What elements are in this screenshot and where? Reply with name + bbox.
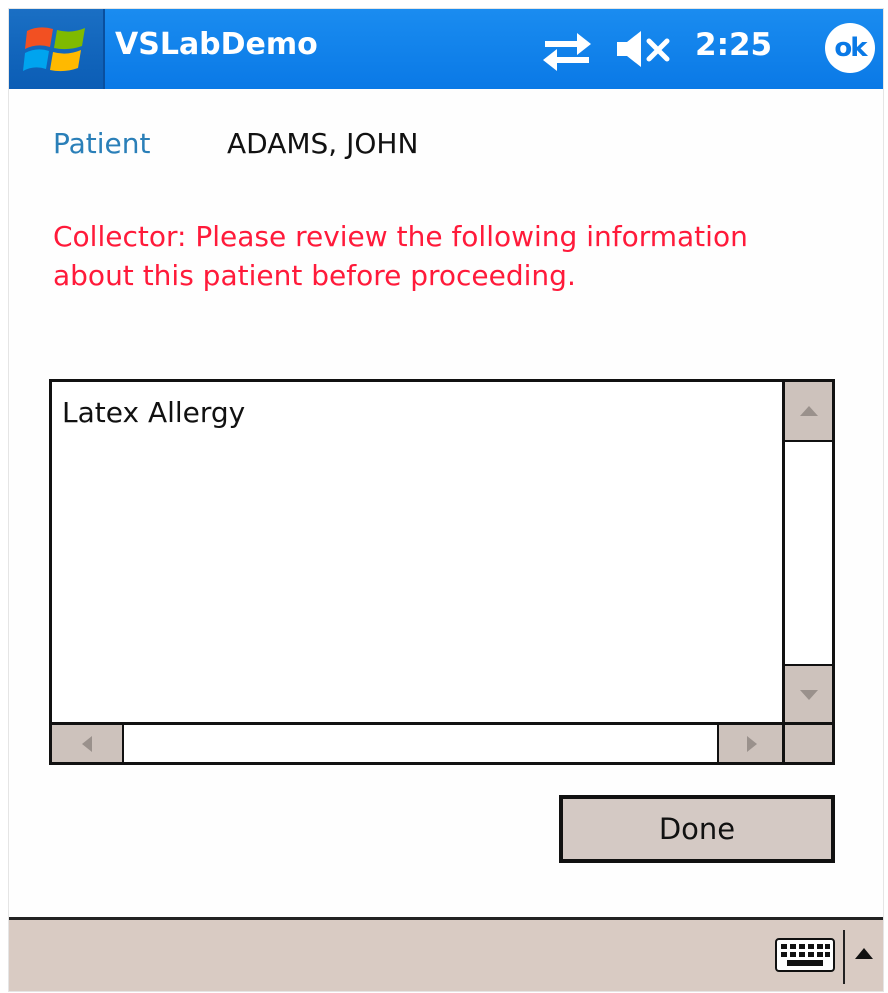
scroll-right-arrow-icon: [747, 735, 757, 752]
scroll-down-button[interactable]: [785, 664, 832, 724]
patient-label: Patient: [53, 127, 151, 160]
collector-warning-message: Collector: Please review the following i…: [53, 220, 748, 292]
windows-flag-icon: [23, 27, 85, 72]
title-bar: VSLabDemo 2:25 ok: [9, 9, 883, 89]
soft-key-bar: [9, 917, 883, 991]
soft-key-separator: [843, 930, 845, 984]
start-button[interactable]: [9, 9, 105, 89]
scroll-down-arrow-icon: [799, 690, 818, 700]
list-item[interactable]: Latex Allergy: [62, 396, 245, 429]
scroll-left-arrow-icon: [82, 735, 92, 752]
app-title: VSLabDemo: [115, 27, 318, 62]
patient-info-listbox[interactable]: Latex Allergy: [49, 379, 835, 765]
ok-button[interactable]: ok: [825, 23, 875, 73]
vertical-scrollbar[interactable]: [782, 382, 832, 724]
clock[interactable]: 2:25: [695, 27, 772, 63]
volume-muted-icon[interactable]: [615, 29, 679, 69]
scroll-up-arrow-icon: [799, 406, 818, 416]
patient-name: ADAMS, JOHN: [227, 127, 419, 160]
input-menu-arrow-icon[interactable]: [855, 948, 873, 959]
horizontal-scrollbar[interactable]: [52, 722, 785, 762]
done-button[interactable]: Done: [559, 795, 835, 863]
scrollbar-corner: [782, 722, 832, 762]
scroll-up-button[interactable]: [785, 382, 832, 442]
connectivity-icon[interactable]: [539, 27, 595, 71]
scroll-right-button[interactable]: [717, 725, 785, 762]
keyboard-icon[interactable]: [775, 938, 835, 972]
device-screen: VSLabDemo 2:25 ok Patient ADAMS, JOHN Co…: [8, 8, 884, 992]
scroll-left-button[interactable]: [52, 725, 124, 762]
